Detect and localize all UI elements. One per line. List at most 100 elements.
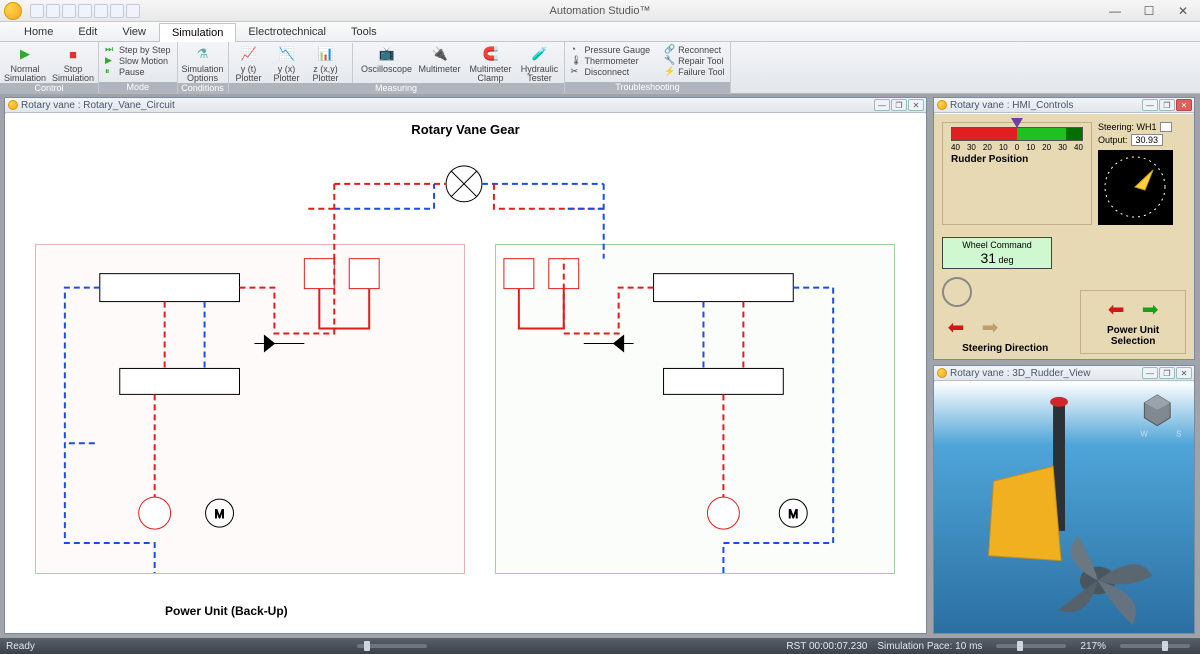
yx-plotter-button[interactable]: 📉y (x) Plotter (271, 43, 303, 83)
zoom-slider[interactable] (1120, 644, 1190, 648)
tab-electrotechnical[interactable]: Electrotechnical (236, 22, 339, 41)
pane-icon (8, 100, 18, 110)
multimeter-button[interactable]: 🔌Multimeter (418, 43, 462, 74)
multimeter-clamp-button[interactable]: 🧲Multimeter Clamp (468, 43, 514, 83)
reconnect-button[interactable]: 🔗Reconnect (662, 44, 726, 55)
qa-button[interactable] (126, 4, 140, 18)
tab-home[interactable]: Home (0, 22, 66, 41)
scope-icon: 📺 (377, 44, 397, 64)
yt-plotter-button[interactable]: 📈y (t) Plotter (233, 43, 265, 83)
qa-button[interactable] (94, 4, 108, 18)
hmi-body: 4030 2010 010 2030 40 Rudder Position St… (934, 114, 1194, 359)
group-label: Control (0, 83, 98, 94)
clamp-icon: 🧲 (481, 44, 501, 64)
slow-motion-button[interactable]: ▶Slow Motion (103, 55, 170, 66)
step-icon: ⏭ (105, 44, 116, 55)
pane-icon (937, 368, 947, 378)
qa-button[interactable] (78, 4, 92, 18)
minimize-button[interactable]: — (1098, 1, 1132, 21)
pane-minimize-button[interactable]: — (1142, 99, 1158, 111)
hydraulic-tester-button[interactable]: 🧪Hydraulic Tester (520, 43, 560, 83)
pane-restore-button[interactable]: ❐ (1159, 367, 1175, 379)
zxy-plotter-button[interactable]: 📊z (x,y) Plotter (309, 43, 343, 83)
qa-button[interactable] (46, 4, 60, 18)
steer-right-button[interactable]: ➡ (976, 315, 1004, 339)
pus-left-button[interactable]: ⬅ (1102, 297, 1130, 321)
status-slider[interactable] (353, 641, 431, 652)
svg-text:S: S (1176, 430, 1181, 439)
compass (1098, 150, 1173, 225)
qa-button[interactable] (30, 4, 44, 18)
disconnect-button[interactable]: ✂Disconnect (569, 66, 653, 77)
normal-simulation-button[interactable]: ▶ Normal Simulation (4, 43, 46, 83)
group-label: Troubleshooting (565, 82, 731, 93)
hmi-pane: Rotary vane : HMI_Controls — ❐ ✕ (933, 97, 1195, 360)
scale-pointer-icon (1011, 118, 1023, 128)
pane-close-button[interactable]: ✕ (1176, 367, 1192, 379)
pace-slider[interactable] (996, 644, 1066, 648)
tab-view[interactable]: View (110, 22, 159, 41)
gauge-icon: ◔ (571, 44, 582, 55)
meter-icon: 🔌 (430, 44, 450, 64)
workspace: Rotary vane : Rotary_Vane_Circuit — ❐ ✕ … (0, 94, 1200, 638)
pressure-gauge-button[interactable]: ◔Pressure Gauge (569, 44, 653, 55)
tab-tools[interactable]: Tools (339, 22, 390, 41)
pus-label: Power Unit Selection (1091, 325, 1175, 347)
circuit-canvas[interactable]: Rotary Vane Gear Power Unit (Back-Up) (5, 114, 926, 633)
tab-edit[interactable]: Edit (66, 22, 110, 41)
view3d-canvas[interactable]: W S (934, 382, 1194, 633)
pause-button[interactable]: ⏸Pause (103, 66, 147, 77)
steering-wheel-icon (942, 277, 972, 307)
link-icon: 🔗 (664, 44, 675, 55)
power-unit-selection-box: ⬅ ➡ Power Unit Selection (1080, 290, 1186, 354)
pane-close-button[interactable]: ✕ (908, 99, 924, 111)
plot-icon: 📈 (239, 44, 259, 64)
pane-title: Rotary vane : Rotary_Vane_Circuit (21, 100, 175, 111)
wrench-icon: 🔧 (664, 55, 675, 66)
app-icon (4, 2, 22, 20)
pane-minimize-button[interactable]: — (874, 99, 890, 111)
qa-button[interactable] (110, 4, 124, 18)
maximize-button[interactable]: ☐ (1132, 1, 1166, 21)
thermo-icon: 🌡 (571, 55, 582, 66)
group-label: Conditions (178, 83, 228, 94)
repair-tool-button[interactable]: 🔧Repair Tool (662, 55, 726, 66)
thermometer-button[interactable]: 🌡Thermometer (569, 55, 653, 66)
pane-close-button[interactable]: ✕ (1176, 99, 1192, 111)
pane-title: Rotary vane : HMI_Controls (950, 100, 1073, 111)
simulation-options-button[interactable]: ⚗ Simulation Options (182, 43, 224, 83)
status-ready: Ready (6, 641, 35, 652)
ribbon: ▶ Normal Simulation ■ Stop Simulation Co… (0, 42, 1200, 94)
slow-icon: ▶ (105, 55, 116, 66)
pane-minimize-button[interactable]: — (1142, 367, 1158, 379)
pane-restore-button[interactable]: ❐ (891, 99, 907, 111)
steering-field[interactable] (1160, 122, 1172, 132)
stop-icon: ■ (63, 44, 83, 64)
pus-right-button[interactable]: ➡ (1136, 297, 1164, 321)
status-zoom: 217% (1080, 641, 1106, 652)
tab-simulation[interactable]: Simulation (159, 23, 236, 42)
rudder-scale: 4030 2010 010 2030 40 Rudder Position (942, 122, 1092, 225)
step-by-step-button[interactable]: ⏭Step by Step (103, 44, 173, 55)
flask-icon: ⚗ (193, 44, 213, 64)
plot-icon: 📉 (277, 44, 297, 64)
status-rst: RST 00:00:07.230 (786, 641, 867, 652)
steer-left-button[interactable]: ⬅ (942, 315, 970, 339)
svg-text:W: W (1140, 430, 1148, 439)
tester-icon: 🧪 (530, 44, 550, 64)
pane-restore-button[interactable]: ❐ (1159, 99, 1175, 111)
pane-icon (937, 100, 947, 110)
schematic-svg: M M (5, 114, 926, 633)
failure-tool-button[interactable]: ⚡Failure Tool (662, 66, 726, 77)
qa-button[interactable] (62, 4, 76, 18)
status-bar: Ready RST 00:00:07.230 Simulation Pace: … (0, 638, 1200, 654)
close-button[interactable]: ✕ (1166, 1, 1200, 21)
svg-text:M: M (215, 507, 225, 521)
stop-simulation-button[interactable]: ■ Stop Simulation (52, 43, 94, 83)
disconnect-icon: ✂ (571, 66, 582, 77)
quick-access-toolbar (30, 4, 140, 18)
svg-text:M: M (788, 507, 798, 521)
output-label: Output: (1098, 135, 1128, 145)
bolt-icon: ⚡ (664, 66, 675, 77)
oscilloscope-button[interactable]: 📺Oscilloscope (362, 43, 412, 74)
